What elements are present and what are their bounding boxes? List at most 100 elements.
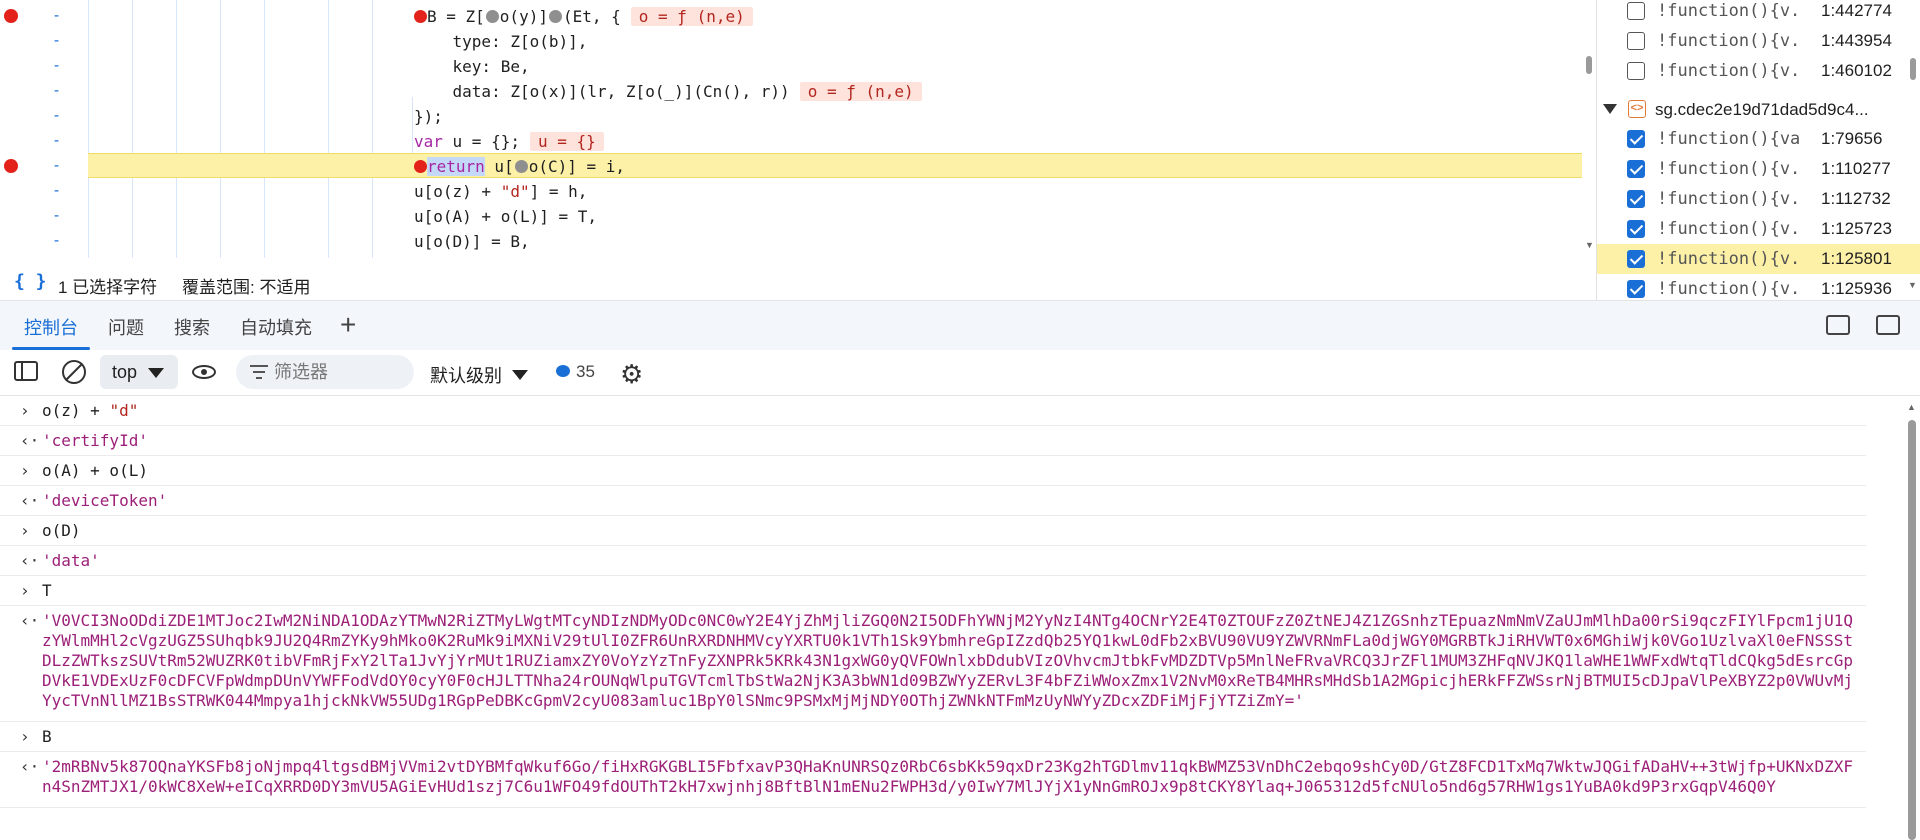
breakpoint-item[interactable]: !function(){v... 1:125801 [1597, 244, 1920, 274]
file-name: sg.cdec2e19d71dad5d9c4... [1655, 100, 1869, 119]
console-output[interactable]: › o(z) + "d" ‹·'certifyId' › o(A) + o(L) ‹·'d… [0, 396, 1920, 840]
code-text: u[o(A) + o(L)] = T, [414, 207, 598, 226]
prompt-chevron-icon: › [20, 521, 30, 540]
line-marker: - [52, 31, 62, 49]
tab-console[interactable]: 控制台 [24, 314, 78, 340]
breakpoint-checkbox[interactable] [1627, 160, 1645, 178]
breakpoint-marker[interactable] [4, 159, 18, 173]
breakpoint-checkbox[interactable] [1627, 130, 1645, 148]
inline-breakpoint-inactive-icon[interactable] [514, 160, 528, 173]
gear-icon[interactable]: ⚙ [620, 359, 643, 390]
code-text: u[o(D)] = B, [414, 232, 530, 251]
console-scrollbar[interactable]: ▲ [1904, 396, 1920, 840]
tab-issues[interactable]: 问题 [108, 314, 144, 340]
filter-box[interactable] [236, 355, 414, 389]
breakpoint-checkbox[interactable] [1627, 250, 1645, 268]
breakpoint-checkbox[interactable] [1627, 190, 1645, 208]
code-line[interactable]: - }); [0, 103, 1582, 128]
breakpoint-marker[interactable] [4, 9, 18, 23]
live-expression-eye-icon[interactable] [192, 365, 216, 379]
expand-triangle-icon[interactable] [1603, 104, 1617, 114]
code-line[interactable]: - u[o(z) + "d"] = h, [0, 178, 1582, 203]
inline-breakpoint-inactive-icon[interactable] [485, 10, 499, 23]
breakpoint-checkbox[interactable] [1627, 220, 1645, 238]
code-line[interactable]: - var u = {}; u = {} [0, 128, 1582, 153]
filter-input[interactable] [274, 359, 404, 385]
console-result[interactable]: ‹·'deviceToken' [0, 486, 1866, 516]
console-value: 'data' [42, 551, 100, 570]
code-editor[interactable]: - B = Z[o(y)] (Et, {o = ƒ (n,e) - type: Z… [0, 0, 1596, 258]
breakpoint-checkbox[interactable] [1627, 32, 1645, 50]
breakpoint-item[interactable]: !function(){v... 1:442774 [1597, 0, 1920, 26]
log-levels-dropdown[interactable]: 默认级别 [430, 362, 528, 388]
breakpoint-checkbox[interactable] [1627, 280, 1645, 298]
console-value: 'V0VCI3NoODdiZDE1MTJoc2IwM2NiNDA1ODAzYTM… [42, 611, 1853, 710]
inline-breakpoint-icon[interactable] [414, 160, 427, 173]
breakpoints-scrollbar[interactable]: ▼ [1906, 0, 1920, 300]
result-arrow-icon: ‹· [20, 551, 40, 570]
issues-counter[interactable]: 35 [556, 362, 595, 382]
scrollbar-thumb[interactable] [1908, 420, 1916, 840]
console-result[interactable]: ‹·'data' [0, 546, 1866, 576]
context-selector[interactable]: top [100, 355, 178, 389]
console-input[interactable]: › B [0, 722, 1866, 752]
code-line[interactable]: - u[o(A) + o(L)] = T, [0, 203, 1582, 228]
scrollbar-thumb[interactable] [1586, 56, 1592, 74]
result-arrow-icon: ‹· [20, 431, 40, 450]
breakpoint-file-group[interactable]: <> sg.cdec2e19d71dad5d9c4... [1597, 95, 1920, 125]
scroll-down-icon[interactable]: ▼ [1908, 280, 1917, 290]
breakpoint-checkbox[interactable] [1627, 2, 1645, 20]
breakpoint-item[interactable]: !function(){v... 1:460102 [1597, 56, 1920, 86]
breakpoint-function: !function(){v... [1657, 159, 1799, 179]
code-text: data: Z[o(x)](lr, Z[o(_)](Cn(), r)) [414, 82, 790, 101]
breakpoint-item[interactable]: !function(){v... 1:125936 [1597, 274, 1920, 300]
clear-console-icon[interactable] [62, 360, 86, 384]
inline-breakpoint-icon[interactable] [414, 10, 427, 23]
breakpoint-checkbox[interactable] [1627, 62, 1645, 80]
breakpoint-item[interactable]: !function(){va... 1:79656 [1597, 124, 1920, 154]
add-tab-icon[interactable]: + [340, 309, 356, 341]
pretty-print-icon[interactable]: { } [14, 271, 47, 292]
breakpoint-function: !function(){v... [1657, 279, 1799, 299]
code-line[interactable]: - data: Z[o(x)](lr, Z[o(_)](Cn(), r)) o =… [0, 78, 1582, 103]
inline-breakpoint-inactive-icon[interactable] [548, 10, 562, 23]
breakpoint-item[interactable]: !function(){v... 1:112732 [1597, 184, 1920, 214]
collapse-drawer-icon[interactable] [1876, 315, 1900, 335]
dock-side-icon[interactable] [1826, 315, 1850, 335]
scroll-up-icon[interactable]: ▲ [1907, 402, 1916, 412]
drawer-tab-bar: 控制台 问题 搜索 自动填充 + [0, 300, 1920, 350]
console-expression: B [42, 727, 52, 746]
code-keyword-selected: return [427, 157, 485, 176]
editor-scrollbar[interactable]: ▼ [1582, 0, 1596, 258]
code-line[interactable]: - type: Z[o(b)], [0, 28, 1582, 53]
console-input[interactable]: › o(z) + "d" [0, 396, 1866, 426]
chevron-down-icon [512, 370, 528, 380]
breakpoint-item[interactable]: !function(){v... 1:110277 [1597, 154, 1920, 184]
console-input[interactable]: › T [0, 576, 1866, 606]
console-input[interactable]: › o(A) + o(L) [0, 456, 1866, 486]
breakpoint-item[interactable]: !function(){v... 1:443954 [1597, 26, 1920, 56]
result-arrow-icon: ‹· [20, 491, 40, 510]
breakpoint-location: 1:79656 [1821, 129, 1883, 148]
scrollbar-thumb[interactable] [1910, 58, 1916, 80]
console-expression: o(D) [42, 521, 81, 540]
tab-search[interactable]: 搜索 [174, 314, 210, 340]
code-line-current[interactable]: - return u[o(C)] = i, [0, 153, 1582, 178]
prompt-chevron-icon: › [20, 581, 30, 600]
breakpoint-item[interactable]: !function(){v... 1:125723 [1597, 214, 1920, 244]
breakpoint-function: !function(){v... [1657, 219, 1799, 239]
breakpoint-location: 1:442774 [1821, 1, 1892, 20]
sidebar-toggle-icon[interactable] [14, 361, 38, 381]
scroll-down-icon[interactable]: ▼ [1585, 240, 1594, 250]
code-line[interactable]: - key: Be, [0, 53, 1582, 78]
console-input[interactable]: › o(D) [0, 516, 1866, 546]
console-result[interactable]: ‹·'certifyId' [0, 426, 1866, 456]
console-result[interactable]: ‹· 'V0VCI3NoODdiZDE1MTJoc2IwM2NiNDA1ODAzY… [0, 606, 1866, 722]
result-arrow-icon: ‹· [20, 611, 40, 630]
code-line[interactable]: - u[o(D)] = B, [0, 228, 1582, 253]
console-result[interactable]: ‹· '2mRBNv5k87OQnaYKSFb8joNjmpq4ltgsdBMjV… [0, 752, 1866, 808]
tab-autofill[interactable]: 自动填充 [240, 314, 312, 340]
code-line[interactable]: - B = Z[o(y)] (Et, {o = ƒ (n,e) [0, 3, 1582, 28]
prompt-chevron-icon: › [20, 727, 30, 746]
breakpoint-function: !function(){va... [1657, 129, 1799, 149]
